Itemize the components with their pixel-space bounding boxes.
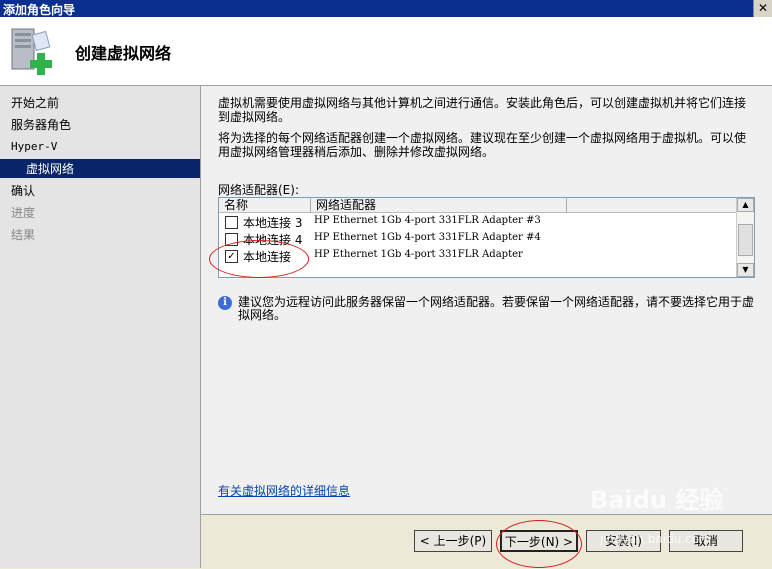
list-item[interactable]: ✓ 本地连接 HP Ethernet 1Gb 4-port 331FLR Ada… bbox=[219, 247, 736, 264]
nav-step-confirmation[interactable]: 确认 bbox=[11, 181, 35, 201]
scroll-down-icon[interactable]: ▼ bbox=[737, 263, 754, 277]
adapter-checkbox[interactable] bbox=[225, 233, 238, 246]
adapter-checkbox[interactable] bbox=[225, 216, 238, 229]
adapter-description: HP Ethernet 1Gb 4-port 331FLR Adapter #4 bbox=[314, 232, 541, 243]
list-item[interactable]: 本地连接 4 HP Ethernet 1Gb 4-port 331FLR Ada… bbox=[219, 230, 736, 247]
wizard-content: 虚拟机需要使用虚拟网络与其他计算机之间进行通信。安装此角色后，可以创建虚拟机并将… bbox=[201, 86, 772, 514]
wizard-header: 创建虚拟网络 bbox=[0, 17, 772, 86]
list-item[interactable]: 本地连接 3 HP Ethernet 1Gb 4-port 331FLR Ada… bbox=[219, 213, 736, 230]
column-header-name[interactable]: 名称 bbox=[219, 198, 311, 212]
nav-step-server-roles[interactable]: 服务器角色 bbox=[11, 115, 71, 135]
window-title: 添加角色向导 bbox=[3, 3, 76, 17]
info-icon: i bbox=[218, 296, 232, 310]
instruction-paragraph: 将为选择的每个网络适配器创建一个虚拟网络。建议现在至少创建一个虚拟网络用于虚拟机… bbox=[218, 131, 747, 159]
title-bar: 添加角色向导 ✕ bbox=[0, 0, 772, 17]
nav-step-before-you-begin[interactable]: 开始之前 bbox=[11, 93, 59, 113]
server-add-icon bbox=[11, 28, 52, 75]
watermark-logo: Baidu 经验 bbox=[590, 486, 724, 514]
nav-step-hyper-v[interactable]: Hyper-V bbox=[11, 137, 57, 157]
nav-step-label: 虚拟网络 bbox=[26, 162, 75, 176]
connection-name: 本地连接 4 bbox=[243, 233, 303, 247]
connection-name: 本地连接 3 bbox=[243, 216, 303, 230]
connection-name: 本地连接 bbox=[243, 250, 292, 264]
info-text: 建议您为远程访问此服务器保留一个网络适配器。若要保留一个网络适配器，请不要选择它… bbox=[238, 295, 755, 322]
adapter-description: HP Ethernet 1Gb 4-port 331FLR Adapter #3 bbox=[314, 215, 541, 226]
adapters-label: 网络适配器(E): bbox=[218, 183, 299, 197]
details-link[interactable]: 有关虚拟网络的详细信息 bbox=[218, 482, 350, 499]
close-icon[interactable]: ✕ bbox=[753, 0, 772, 17]
page-title: 创建虚拟网络 bbox=[75, 44, 172, 63]
intro-paragraph: 虚拟机需要使用虚拟网络与其他计算机之间进行通信。安装此角色后，可以创建虚拟机并将… bbox=[218, 96, 747, 124]
watermark-url: jingyan.baidu.com bbox=[600, 532, 711, 546]
adapter-checkbox-checked[interactable]: ✓ bbox=[225, 250, 238, 263]
column-header-adapter[interactable]: 网络适配器 bbox=[311, 198, 567, 212]
previous-button[interactable]: < 上一步(P) bbox=[414, 530, 492, 552]
scroll-thumb[interactable] bbox=[738, 224, 753, 256]
adapter-description: HP Ethernet 1Gb 4-port 331FLR Adapter bbox=[314, 249, 523, 260]
next-button[interactable]: 下一步(N) > bbox=[500, 530, 578, 552]
list-header: 名称 网络适配器 bbox=[219, 198, 736, 213]
nav-step-progress: 进度 bbox=[11, 206, 36, 220]
nav-step-virtual-networks[interactable]: 虚拟网络 bbox=[0, 159, 200, 178]
nav-step-results: 结果 bbox=[11, 228, 36, 242]
network-adapters-list[interactable]: 名称 网络适配器 本地连接 3 HP Ethernet 1Gb 4-port 3… bbox=[218, 197, 755, 278]
wizard-steps-nav: 开始之前 服务器角色 Hyper-V 虚拟网络 确认 进度 结果 bbox=[0, 86, 200, 568]
scroll-up-icon[interactable]: ▲ bbox=[737, 198, 754, 212]
list-scrollbar[interactable]: ▲ ▼ bbox=[736, 198, 754, 277]
